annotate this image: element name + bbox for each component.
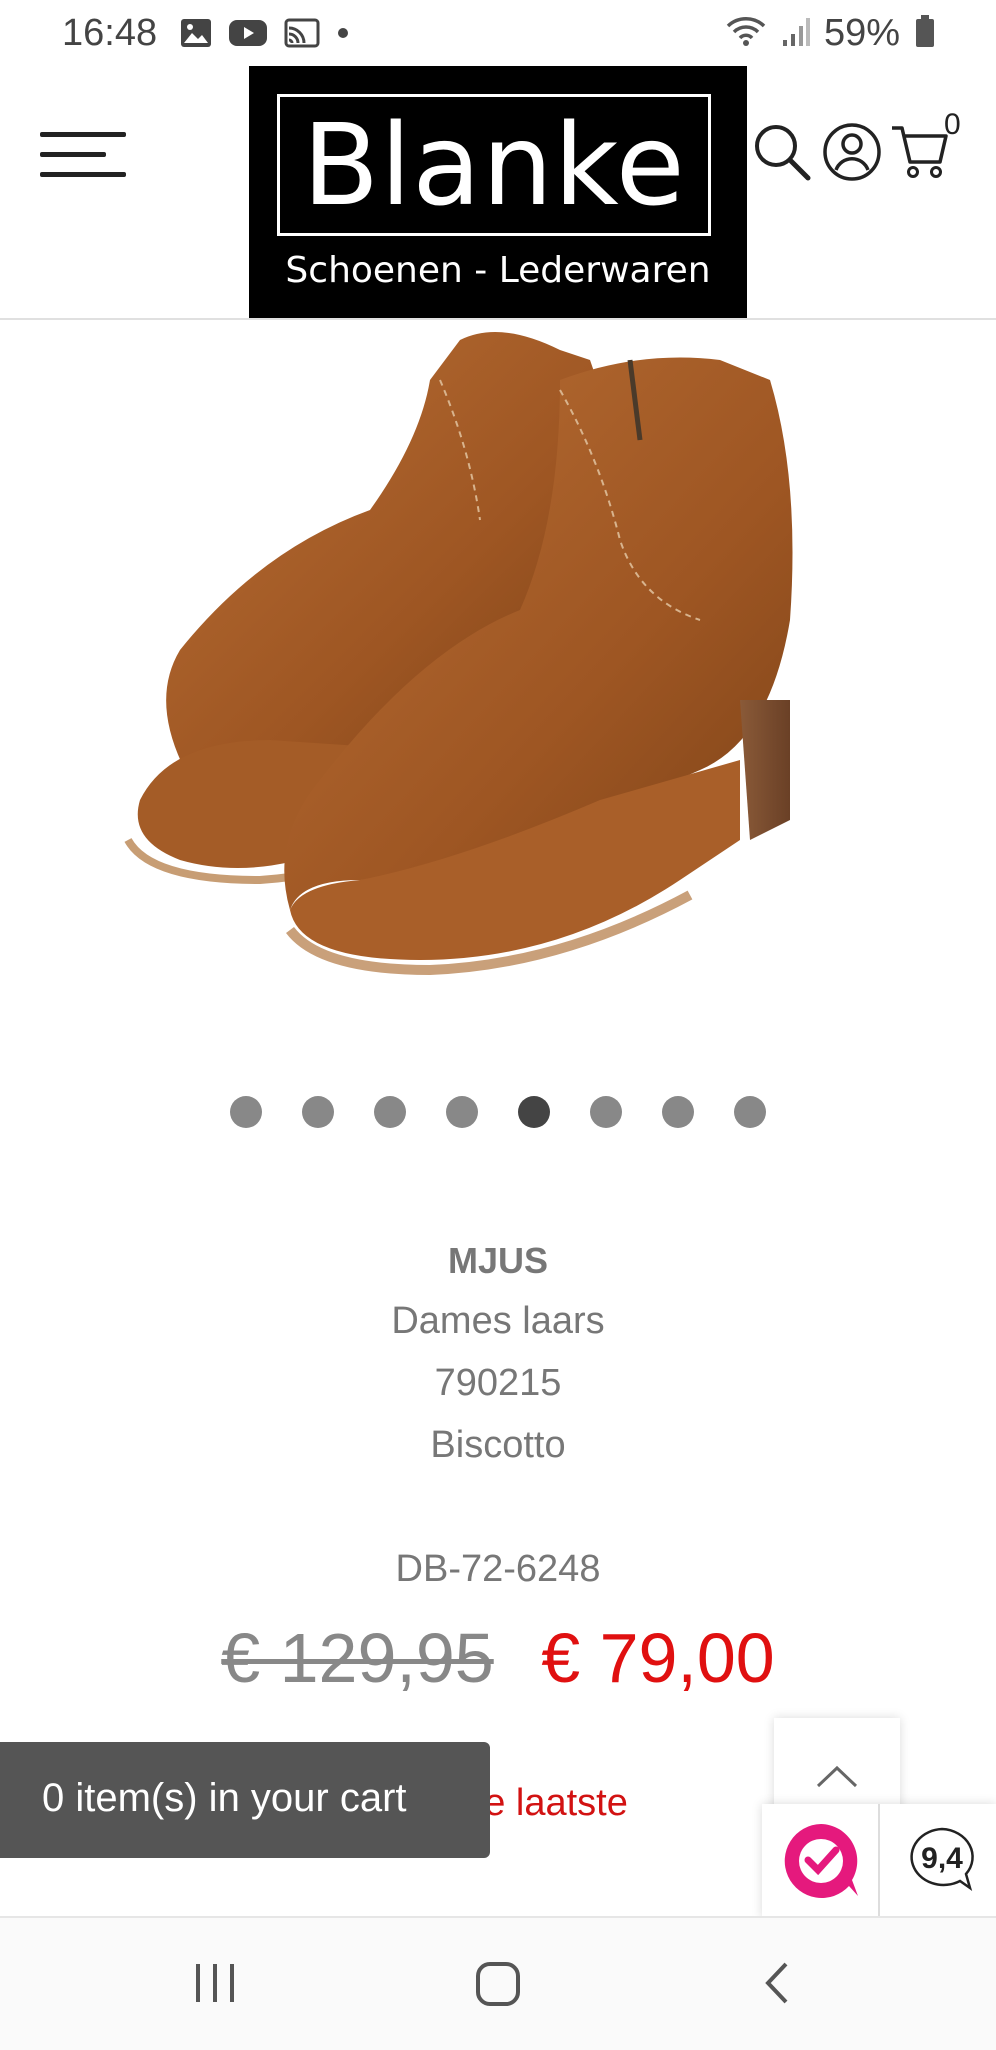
gallery-icon	[180, 18, 212, 53]
product-article-number: 790215	[434, 1362, 562, 1404]
home-icon[interactable]	[474, 1960, 522, 2013]
signal-icon	[782, 14, 810, 53]
status-time: 16:48	[62, 12, 158, 54]
carousel-dot[interactable]	[302, 1096, 334, 1128]
sale-price: € 79,00	[541, 1619, 775, 1697]
product-color: Biscotto	[430, 1424, 566, 1466]
review-score-badge: 9,4	[906, 1826, 978, 1892]
battery-percent: 59%	[823, 12, 900, 54]
search-icon[interactable]	[752, 122, 812, 182]
review-score: 9,4	[921, 1842, 963, 1875]
recent-apps-icon[interactable]	[192, 1960, 238, 2011]
battery-icon	[914, 14, 936, 53]
hamburger-menu-button[interactable]	[40, 128, 126, 188]
product-sku: DB-72-6248	[395, 1548, 601, 1590]
product-brand: MJUS	[447, 1240, 549, 1281]
site-logo[interactable]: Blanke Schoenen - Lederwaren	[249, 66, 747, 318]
site-header: Blanke Schoenen - Lederwaren 0	[0, 66, 996, 320]
carousel-dot[interactable]	[734, 1096, 766, 1128]
logo-subtitle: Schoenen - Lederwaren	[285, 250, 711, 291]
price-block: € 129,95 € 79,00	[0, 1618, 996, 1698]
logo-frame: Blanke	[277, 94, 711, 236]
dot-icon	[336, 26, 350, 45]
carousel-dot[interactable]	[374, 1096, 406, 1128]
product-type: Dames laars	[391, 1300, 605, 1342]
logo-name: Blanke	[302, 101, 686, 231]
wifi-icon	[724, 14, 768, 53]
cart-count-badge: 0	[944, 108, 961, 141]
carousel-dot[interactable]	[230, 1096, 262, 1128]
carousel-dot[interactable]	[662, 1096, 694, 1128]
status-bar: 16:48 59%	[0, 0, 996, 66]
carousel-dot-active[interactable]	[518, 1096, 550, 1128]
carousel-dot[interactable]	[590, 1096, 622, 1128]
review-logo-icon	[780, 1820, 862, 1907]
cast-icon	[284, 18, 320, 53]
cart-toast-text: 0 item(s) in your cart	[42, 1776, 407, 1820]
back-icon[interactable]	[756, 1960, 802, 2011]
product-image[interactable]	[0, 320, 996, 1040]
cart-icon[interactable]	[890, 122, 950, 182]
carousel-dot[interactable]	[446, 1096, 478, 1128]
account-icon[interactable]	[822, 122, 882, 182]
review-widget[interactable]: 9,4	[762, 1804, 996, 1918]
carousel-dots	[0, 1096, 996, 1128]
youtube-icon	[228, 18, 268, 53]
system-navigation-bar	[0, 1916, 996, 2050]
old-price: € 129,95	[221, 1619, 494, 1697]
cart-toast: 0 item(s) in your cart	[0, 1742, 490, 1858]
